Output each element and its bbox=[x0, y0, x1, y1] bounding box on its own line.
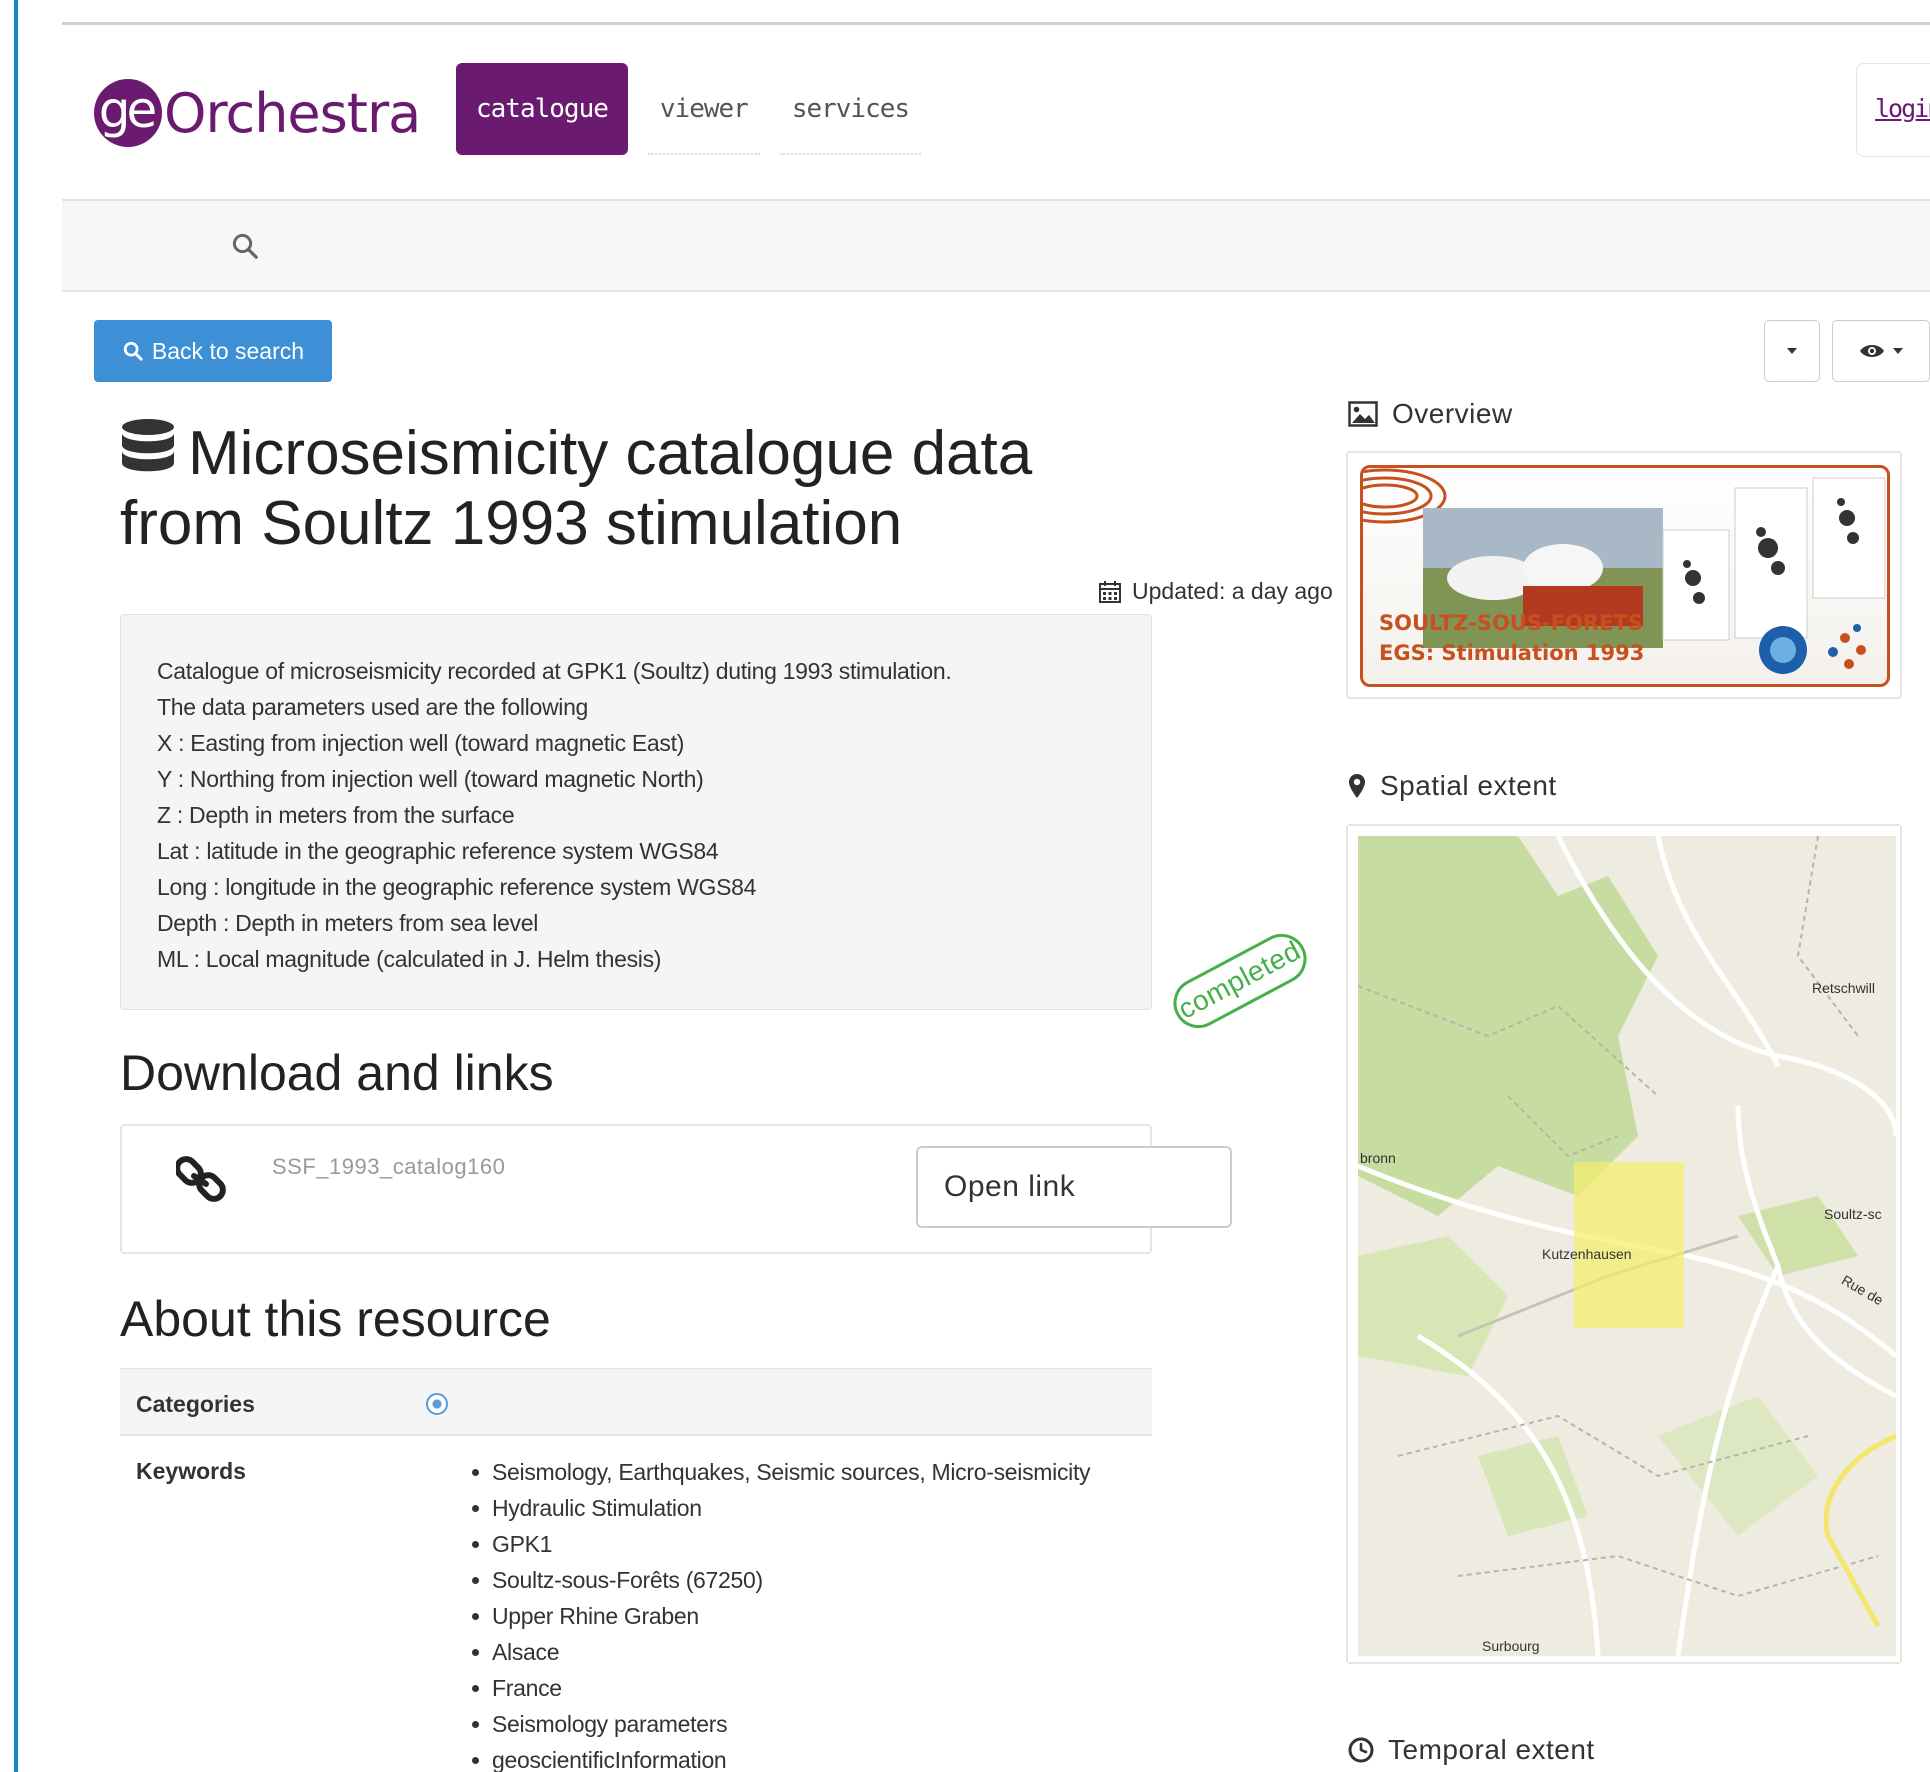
actions-dropdown-button[interactable] bbox=[1764, 320, 1820, 382]
georchestra-logo[interactable]: ge Orchestra bbox=[94, 73, 421, 153]
record-title: Microseismicity catalogue data from Soul… bbox=[120, 418, 1130, 559]
keywords-label: Keywords bbox=[136, 1458, 246, 1484]
abstract-line: X : Easting from injection well (toward … bbox=[157, 730, 685, 756]
download-links-box: SSF_1993_catalog160 Open link bbox=[120, 1124, 1232, 1254]
clock-icon bbox=[1348, 1737, 1374, 1763]
caret-down-icon bbox=[1893, 348, 1903, 354]
main-nav: catalogue viewer services bbox=[456, 63, 941, 155]
logo-mark: ge bbox=[94, 79, 162, 147]
nav-services[interactable]: services bbox=[779, 63, 922, 155]
abstract-box: Catalogue of microseismicity recorded at… bbox=[120, 614, 1152, 1010]
eye-icon bbox=[1860, 345, 1884, 357]
temporal-extent-heading-text: Temporal extent bbox=[1388, 1734, 1595, 1765]
image-icon bbox=[1348, 401, 1378, 427]
updated-text: Updated: a day ago bbox=[1132, 578, 1333, 604]
nav-catalogue[interactable]: catalogue bbox=[456, 63, 628, 155]
abstract-line: Catalogue of microseismicity recorded at… bbox=[157, 658, 952, 684]
updated-info: Updated: a day ago bbox=[1098, 578, 1333, 605]
abstract-line: Lat : latitude in the geographic referen… bbox=[157, 838, 719, 864]
keywords-row: Keywords Seismology, Earthquakes, Seismi… bbox=[120, 1436, 1152, 1772]
abstract-line: Y : Northing from injection well (toward… bbox=[157, 766, 704, 792]
back-to-search-button[interactable]: Back to search bbox=[94, 320, 332, 382]
abstract-line: Z : Depth in meters from the surface bbox=[157, 802, 515, 828]
keyword-item[interactable]: geoscientificInformation bbox=[470, 1742, 1090, 1772]
site-header: ge Orchestra catalogue viewer services l… bbox=[62, 25, 1930, 201]
spatial-extent-map-box: Retschwill bronn Soultz-sc Kutzenhausen … bbox=[1346, 824, 1902, 1664]
database-icon bbox=[122, 419, 174, 472]
about-table: Categories Keywords Seismology, Earthqua… bbox=[120, 1368, 1152, 1772]
keyword-item[interactable]: France bbox=[470, 1670, 1090, 1706]
abstract-line: Long : longitude in the geographic refer… bbox=[157, 874, 757, 900]
spatial-extent-heading: Spatial extent bbox=[1348, 770, 1557, 802]
map-label: bronn bbox=[1360, 1150, 1396, 1166]
view-mode-dropdown-button[interactable] bbox=[1832, 320, 1930, 382]
map-label: Retschwill bbox=[1812, 980, 1876, 996]
map-label: Surbourg bbox=[1482, 1638, 1540, 1654]
login-link[interactable]: login bbox=[1875, 94, 1930, 123]
search-bar[interactable] bbox=[62, 201, 1930, 292]
record-title-text: Microseismicity catalogue data from Soul… bbox=[120, 419, 1033, 558]
keyword-item[interactable]: Upper Rhine Graben bbox=[470, 1598, 1090, 1634]
calendar-icon bbox=[1099, 580, 1121, 603]
temporal-extent-heading: Temporal extent bbox=[1348, 1734, 1595, 1766]
keyword-item[interactable]: Seismology parameters bbox=[470, 1706, 1090, 1742]
overview-caption: SOULTZ-SOUS-FORETS EGS: Stimulation 1993 bbox=[1379, 608, 1644, 668]
keyword-item[interactable]: GPK1 bbox=[470, 1526, 1090, 1562]
overview-thumbnail[interactable]: SOULTZ-SOUS-FORETS EGS: Stimulation 1993 bbox=[1360, 465, 1890, 687]
map-label: Soultz-sc bbox=[1824, 1206, 1882, 1222]
overview-caption-line: SOULTZ-SOUS-FORETS bbox=[1379, 611, 1643, 635]
link-resource-name: SSF_1993_catalog160 bbox=[272, 1154, 506, 1179]
overview-heading: Overview bbox=[1348, 398, 1513, 430]
abstract-line: The data parameters used are the followi… bbox=[157, 694, 589, 720]
link-icon bbox=[176, 1156, 226, 1202]
browser-side-border bbox=[0, 0, 18, 1772]
about-resource-heading: About this resource bbox=[120, 1291, 551, 1347]
map-label: Kutzenhausen bbox=[1542, 1246, 1632, 1262]
spatial-extent-map[interactable]: Retschwill bronn Soultz-sc Kutzenhausen … bbox=[1358, 836, 1896, 1656]
page-frame: ge Orchestra catalogue viewer services l… bbox=[62, 0, 1930, 1772]
keyword-item[interactable]: Soultz-sous-Forêts (67250) bbox=[470, 1562, 1090, 1598]
category-target-icon[interactable] bbox=[426, 1393, 448, 1415]
map-marker-icon bbox=[1349, 774, 1365, 798]
categories-label: Categories bbox=[136, 1391, 255, 1417]
nav-viewer[interactable]: viewer bbox=[647, 63, 760, 155]
search-icon[interactable] bbox=[230, 231, 260, 261]
overview-heading-text: Overview bbox=[1392, 398, 1513, 429]
download-links-heading: Download and links bbox=[120, 1045, 554, 1101]
abstract-line: Depth : Depth in meters from sea level bbox=[157, 910, 539, 936]
keyword-item[interactable]: Alsace bbox=[470, 1634, 1090, 1670]
login-box: login bbox=[1856, 63, 1930, 157]
overview-caption-line: EGS: Stimulation 1993 bbox=[1379, 641, 1645, 665]
keyword-item[interactable]: Seismology, Earthquakes, Seismic sources… bbox=[470, 1454, 1091, 1490]
categories-row: Categories bbox=[120, 1368, 1152, 1436]
search-icon bbox=[123, 341, 143, 361]
status-badge-completed: completed bbox=[1164, 925, 1316, 1037]
back-to-search-label: Back to search bbox=[151, 337, 305, 364]
spatial-extent-heading-text: Spatial extent bbox=[1380, 770, 1557, 801]
keyword-item[interactable]: Hydraulic Stimulation bbox=[470, 1490, 1090, 1526]
keywords-list: Seismology, Earthquakes, Seismic sources… bbox=[470, 1454, 1091, 1772]
overview-box: SOULTZ-SOUS-FORETS EGS: Stimulation 1993 bbox=[1346, 451, 1902, 699]
abstract-line: ML : Local magnitude (calculated in J. H… bbox=[157, 946, 662, 972]
caret-down-icon bbox=[1787, 348, 1797, 354]
open-link-button[interactable]: Open link bbox=[916, 1146, 1232, 1228]
logo-text: Orchestra bbox=[164, 81, 421, 145]
